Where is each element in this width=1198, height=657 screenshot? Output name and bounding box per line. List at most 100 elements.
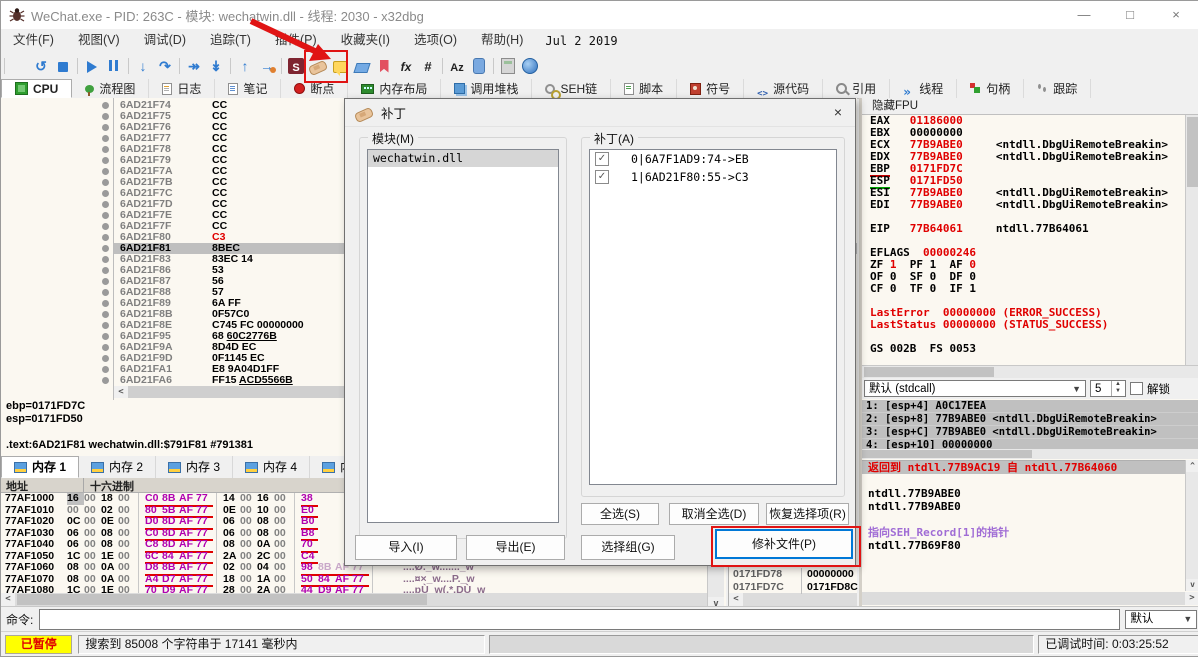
hex-byte[interactable]: 00	[84, 493, 101, 505]
hex-byte[interactable]: C0	[145, 493, 162, 505]
breakpoint-dot[interactable]	[102, 124, 109, 131]
hex-byte[interactable]: D9	[162, 584, 179, 593]
bookmarks-button[interactable]	[373, 55, 395, 77]
execute-till-return-button[interactable]	[234, 55, 256, 77]
hex-byte[interactable]: 00	[118, 561, 135, 574]
hex-byte[interactable]: 08	[223, 538, 240, 551]
hex-byte[interactable]: AF	[179, 538, 196, 551]
hex-byte[interactable]: AF	[179, 584, 196, 593]
argument-count-spinner[interactable]: 5 ▲ ▼	[1090, 380, 1126, 397]
hex-byte[interactable]: 77	[196, 584, 213, 593]
patch-list[interactable]: ✓ 0|6A7F1AD9:74->EB ✓ 1|6AD21F80:55->C3	[589, 149, 837, 485]
run-to-user-code-button[interactable]	[183, 55, 205, 77]
breakpoint-dot[interactable]	[102, 113, 109, 120]
register-line[interactable]: LastStatus 00000000 (STATUS_SUCCESS)	[870, 319, 1186, 331]
import-button[interactable]: 导入(I)	[355, 535, 457, 560]
hex-byte[interactable]: 28	[223, 584, 240, 593]
hex-byte[interactable]: 0E	[101, 515, 118, 528]
breakpoint-dot[interactable]	[102, 344, 109, 351]
minimize-button[interactable]: —	[1061, 1, 1107, 29]
scroll-left-arrow[interactable]: <	[729, 593, 743, 606]
scrollbar-thumb[interactable]	[1187, 117, 1198, 187]
tab-notes[interactable]: 笔记	[215, 79, 282, 98]
hex-byte[interactable]: 16	[257, 493, 274, 505]
breakpoint-dot[interactable]	[102, 234, 109, 241]
breakpoint-dot[interactable]	[102, 135, 109, 142]
patch-checkbox[interactable]: ✓	[595, 152, 609, 166]
hex-byte[interactable]: D9	[318, 584, 335, 593]
hex-byte[interactable]: D0	[145, 515, 162, 528]
hex-byte[interactable]: 8B	[162, 493, 179, 505]
hex-byte[interactable]: 06	[223, 515, 240, 528]
registers-vertical-scrollbar[interactable]	[1185, 115, 1198, 365]
dump-tab-1[interactable]: 内存 1	[1, 456, 80, 478]
run-button[interactable]	[81, 55, 103, 77]
strings-button[interactable]	[446, 55, 468, 77]
hex-byte[interactable]: AF	[179, 561, 196, 574]
hex-byte[interactable]: 8D	[162, 538, 179, 551]
info-pane-line[interactable]	[862, 513, 1186, 526]
breakpoint-dot[interactable]	[102, 212, 109, 219]
hex-byte[interactable]: 77	[196, 515, 213, 528]
hex-byte[interactable]: 00	[240, 515, 257, 528]
hex-byte[interactable]: 00	[118, 493, 135, 505]
calling-convention-select[interactable]: ▼ 默认 (stdcall)	[864, 380, 1086, 397]
menu-item-视图V[interactable]: 视图(V)	[66, 29, 132, 52]
dump-tab-4[interactable]: 内存 4	[233, 456, 311, 478]
hex-byte[interactable]: 44	[301, 584, 318, 593]
register-line[interactable]: GS 002B FS 0053	[870, 343, 1186, 355]
dump-tab-2[interactable]: 内存 2	[79, 456, 157, 478]
hex-byte[interactable]: 00	[240, 538, 257, 551]
breakpoint-dot[interactable]	[102, 300, 109, 307]
tab-script[interactable]: 脚本	[611, 79, 678, 98]
hex-byte[interactable]: 02	[223, 561, 240, 574]
hex-byte[interactable]: 2A	[257, 584, 274, 593]
hex-byte[interactable]: 08	[67, 561, 84, 574]
patch-list-item[interactable]: ✓ 0|6A7F1AD9:74->EB	[590, 150, 836, 168]
pick-groups-button[interactable]: 选择组(G)	[581, 535, 675, 560]
dump-row[interactable]: 77AF1080 1C 00 1E 00 70 D9 AF 77 28 00 2A 00 44 D9 AF 77…	[1, 584, 726, 593]
hex-byte[interactable]: AF	[179, 515, 196, 528]
register-line[interactable]: CF 0 TF 0 IF 1	[870, 283, 1186, 295]
register-line[interactable]: EDI 77B9ABE0 <ntdll.DbgUiRemoteBreakin>	[870, 199, 1186, 211]
hex-byte[interactable]: AF	[335, 584, 352, 593]
hex-byte[interactable]: 14	[223, 493, 240, 505]
tab-call-stack[interactable]: 调用堆栈	[441, 79, 533, 98]
restart-button[interactable]	[30, 55, 52, 77]
hex-byte[interactable]: 8B	[162, 561, 179, 574]
close-button[interactable]: ×	[1153, 1, 1198, 29]
hex-byte[interactable]: 0A	[101, 561, 118, 574]
scroll-down-arrow[interactable]: v	[1186, 579, 1198, 591]
hex-byte[interactable]: 1E	[101, 584, 118, 593]
stack-arg-row[interactable]: 3: [esp+C] 77B9ABE0 <ntdll.DbgUiRemoteBr…	[862, 426, 1198, 439]
maximize-button[interactable]: □	[1107, 1, 1153, 29]
hex-byte[interactable]: 1C	[67, 584, 84, 593]
menu-item-选项O[interactable]: 选项(O)	[402, 29, 469, 52]
attach-button[interactable]	[256, 55, 278, 77]
stack-arg-row[interactable]: 1: [esp+4] A0C17EEA	[862, 400, 1198, 413]
menu-item-文件F[interactable]: 文件(F)	[1, 29, 66, 52]
breakpoint-dot[interactable]	[102, 267, 109, 274]
breakpoint-dot[interactable]	[102, 102, 109, 109]
hex-byte[interactable]: 00	[240, 493, 257, 505]
info-pane-line[interactable]: ntdll.77B9ABE0	[862, 487, 1186, 500]
hex-byte[interactable]: 00	[240, 561, 257, 574]
patch-checkbox[interactable]: ✓	[595, 170, 609, 184]
breakpoint-dot[interactable]	[102, 289, 109, 296]
hex-byte[interactable]: 00	[240, 584, 257, 593]
modules-button[interactable]	[468, 55, 490, 77]
register-line[interactable]: EIP 77B64061 ntdll.77B64061	[870, 223, 1186, 235]
breakpoint-dot[interactable]	[102, 355, 109, 362]
args-horizontal-scrollbar[interactable]	[862, 449, 1198, 459]
breakpoint-dot[interactable]	[102, 157, 109, 164]
info-pane-line[interactable]: 返回到 ntdll.77B9AC19 自 ntdll.77B64060	[862, 461, 1186, 474]
step-over-button[interactable]	[154, 55, 176, 77]
hex-byte[interactable]: 00	[84, 538, 101, 551]
scroll-left-arrow[interactable]: <	[114, 386, 128, 398]
info-pane-line[interactable]: ntdll.77B69F80	[862, 539, 1186, 552]
export-button[interactable]: 导出(E)	[466, 535, 565, 560]
hex-byte[interactable]: 16	[67, 493, 84, 505]
patch-file-button[interactable]: 修补文件(P)	[715, 529, 853, 559]
spinner-buttons[interactable]: ▲ ▼	[1111, 381, 1124, 396]
stop-button[interactable]	[52, 55, 74, 77]
